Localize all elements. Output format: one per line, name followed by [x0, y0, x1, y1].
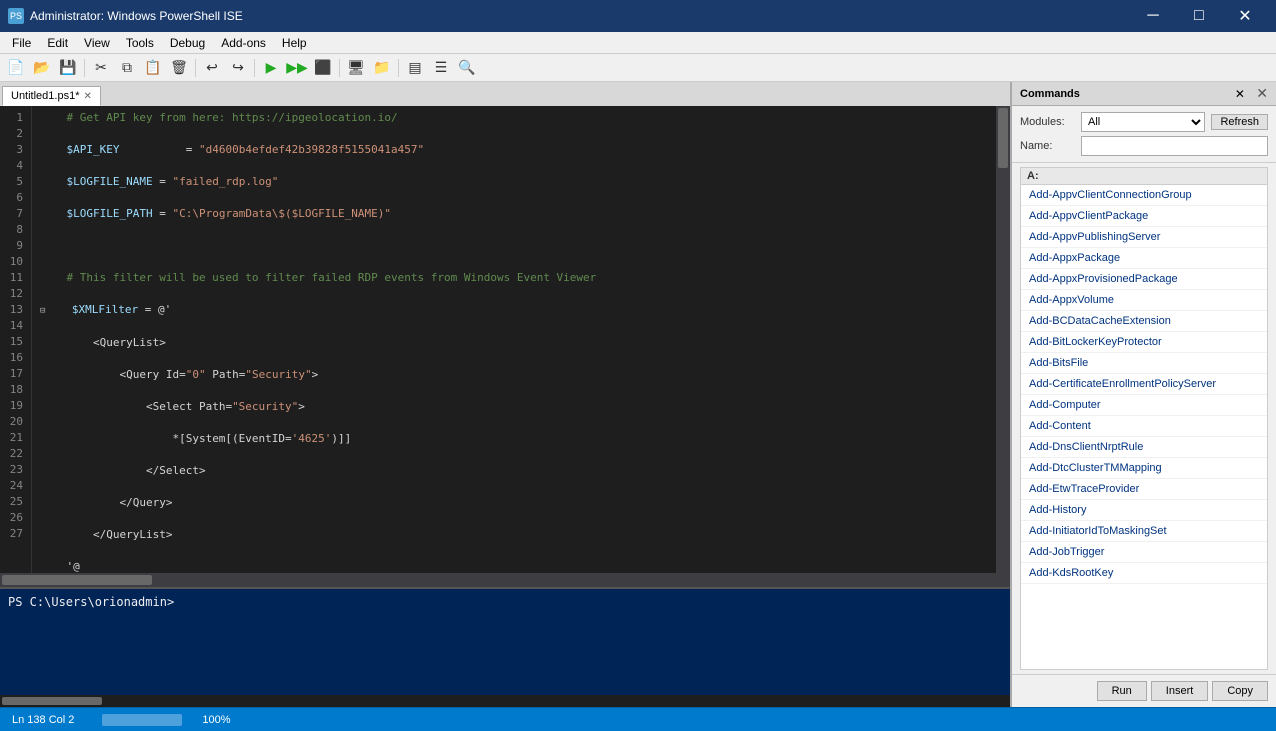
close-button[interactable]: ✕ [1222, 0, 1268, 32]
main-area: Untitled1.ps1* ✕ 12345 678910 1112131415… [0, 82, 1276, 707]
menu-addons[interactable]: Add-ons [213, 34, 274, 52]
commands-panel-icon: ✕ [1235, 87, 1245, 101]
commands-section-label: A: [1021, 168, 1267, 185]
menu-edit[interactable]: Edit [39, 34, 76, 52]
command-item[interactable]: Add-AppxVolume [1021, 290, 1267, 311]
sep2 [195, 59, 196, 77]
editor-pane: Untitled1.ps1* ✕ 12345 678910 1112131415… [0, 82, 1011, 707]
new-button[interactable]: 📄 [4, 57, 28, 79]
window-controls: ─ □ ✕ [1130, 0, 1268, 32]
console-text: PS C:\Users\orionadmin> [0, 589, 1010, 615]
status-bar: Ln 138 Col 2 100% [0, 707, 1276, 731]
sep3 [254, 59, 255, 77]
paste-button[interactable]: 📋 [141, 57, 165, 79]
line-col-status: Ln 138 Col 2 [12, 714, 74, 726]
menu-help[interactable]: Help [274, 34, 315, 52]
tab-bar: Untitled1.ps1* ✕ [0, 82, 1010, 106]
sep5 [398, 59, 399, 77]
run-button[interactable]: ▶ [259, 57, 283, 79]
command-item[interactable]: Add-EtwTraceProvider [1021, 479, 1267, 500]
command-item[interactable]: Add-KdsRootKey [1021, 563, 1267, 584]
commands-list[interactable]: A: Add-AppvClientConnectionGroup Add-App… [1020, 167, 1268, 670]
command-item[interactable]: Add-AppvPublishingServer [1021, 227, 1267, 248]
command-item[interactable]: Add-History [1021, 500, 1267, 521]
command-item[interactable]: Add-Computer [1021, 395, 1267, 416]
menu-debug[interactable]: Debug [162, 34, 213, 52]
console-horizontal-scrollbar[interactable] [0, 695, 1010, 707]
command-item[interactable]: Add-DtcClusterTMMapping [1021, 458, 1267, 479]
console-prompt: PS C:\Users\orionadmin> [8, 595, 174, 609]
modules-label: Modules: [1020, 116, 1075, 128]
console-pane[interactable]: PS C:\Users\orionadmin> [0, 587, 1010, 707]
copy-command-button[interactable]: Copy [1212, 681, 1268, 701]
line-numbers: 12345 678910 1112131415 1617181920 21222… [0, 106, 32, 573]
sep1 [84, 59, 85, 77]
editor-tab[interactable]: Untitled1.ps1* ✕ [2, 86, 101, 106]
open-remote-button[interactable]: 📁 [370, 57, 394, 79]
insert-command-button[interactable]: Insert [1151, 681, 1209, 701]
menu-view[interactable]: View [76, 34, 118, 52]
window-title: Administrator: Windows PowerShell ISE [30, 9, 1130, 23]
command-item[interactable]: Add-JobTrigger [1021, 542, 1267, 563]
zoom-level: 100% [202, 714, 230, 726]
name-label: Name: [1020, 140, 1075, 152]
run-command-button[interactable]: Run [1097, 681, 1147, 701]
code-scroll: 12345 678910 1112131415 1617181920 21222… [0, 106, 1010, 573]
command-item[interactable]: Add-InitiatorIdToMaskingSet [1021, 521, 1267, 542]
copy-button[interactable]: ⧉ [115, 57, 139, 79]
new-remote-button[interactable]: 🖥 [344, 57, 368, 79]
commands-panel: Commands ✕ ✕ Modules: All Refresh Name: … [1011, 82, 1276, 707]
command-item[interactable]: Add-DnsClientNrptRule [1021, 437, 1267, 458]
zoom-button[interactable]: 🔍 [455, 57, 479, 79]
code-horizontal-scrollbar[interactable] [0, 573, 1010, 587]
commands-header: Commands ✕ ✕ [1012, 82, 1276, 106]
command-item[interactable]: Add-BCDataCacheExtension [1021, 311, 1267, 332]
refresh-button[interactable]: Refresh [1211, 114, 1268, 130]
clear-button[interactable]: 🗑 [167, 57, 191, 79]
name-input[interactable] [1081, 136, 1268, 156]
modules-filter-row: Modules: All Refresh [1020, 112, 1268, 132]
tab-label: Untitled1.ps1* [11, 90, 80, 102]
command-item[interactable]: Add-BitLockerKeyProtector [1021, 332, 1267, 353]
show-commands-button[interactable]: ☰ [429, 57, 453, 79]
command-item[interactable]: Add-AppvClientConnectionGroup [1021, 185, 1267, 206]
app-icon: PS [8, 8, 24, 24]
code-text[interactable]: # Get API key from here: https://ipgeolo… [32, 106, 996, 573]
save-button[interactable]: 💾 [56, 57, 80, 79]
modules-dropdown[interactable]: All [1081, 112, 1205, 132]
show-script-button[interactable]: ▤ [403, 57, 427, 79]
commands-filters: Modules: All Refresh Name: [1012, 106, 1276, 163]
sep4 [339, 59, 340, 77]
toolbar: 📄 📂 💾 ✂ ⧉ 📋 🗑 ↩ ↪ ▶ ▶▶ ⬛ 🖥 📁 ▤ ☰ 🔍 [0, 54, 1276, 82]
command-item[interactable]: Add-CertificateEnrollmentPolicyServer [1021, 374, 1267, 395]
cut-button[interactable]: ✂ [89, 57, 113, 79]
commands-close-button[interactable]: ✕ [1256, 85, 1268, 102]
zoom-slider[interactable] [102, 714, 182, 726]
command-item[interactable]: Add-Content [1021, 416, 1267, 437]
open-button[interactable]: 📂 [30, 57, 54, 79]
title-bar: PS Administrator: Windows PowerShell ISE… [0, 0, 1276, 32]
menu-bar: File Edit View Tools Debug Add-ons Help [0, 32, 1276, 54]
menu-tools[interactable]: Tools [118, 34, 162, 52]
menu-file[interactable]: File [4, 34, 39, 52]
maximize-button[interactable]: □ [1176, 0, 1222, 32]
undo-button[interactable]: ↩ [200, 57, 224, 79]
run-selection-button[interactable]: ▶▶ [285, 57, 309, 79]
command-item[interactable]: Add-AppxProvisionedPackage [1021, 269, 1267, 290]
command-item[interactable]: Add-AppxPackage [1021, 248, 1267, 269]
minimize-button[interactable]: ─ [1130, 0, 1176, 32]
tab-close-button[interactable]: ✕ [84, 91, 92, 102]
command-item[interactable]: Add-BitsFile [1021, 353, 1267, 374]
commands-footer: Run Insert Copy [1012, 674, 1276, 707]
command-item[interactable]: Add-AppvClientPackage [1021, 206, 1267, 227]
commands-title: Commands [1020, 88, 1231, 100]
name-filter-row: Name: [1020, 136, 1268, 156]
stop-button[interactable]: ⬛ [311, 57, 335, 79]
code-vertical-scrollbar[interactable] [996, 106, 1010, 573]
redo-button[interactable]: ↪ [226, 57, 250, 79]
code-editor[interactable]: 12345 678910 1112131415 1617181920 21222… [0, 106, 1010, 587]
